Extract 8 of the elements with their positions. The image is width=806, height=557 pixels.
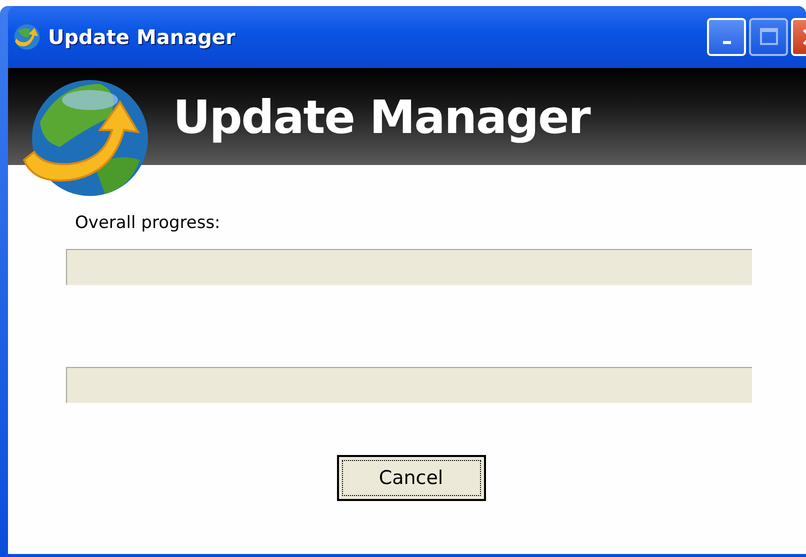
minimize-button[interactable] [707,18,746,56]
banner-title: Update Manager [173,90,590,144]
progress-label: Overall progress: [75,213,220,233]
cancel-button[interactable]: Cancel [336,455,486,501]
window-title: Update Manager [48,25,236,49]
maximize-icon [758,27,778,47]
minimize-icon [722,40,730,44]
maximize-button[interactable] [749,18,788,56]
